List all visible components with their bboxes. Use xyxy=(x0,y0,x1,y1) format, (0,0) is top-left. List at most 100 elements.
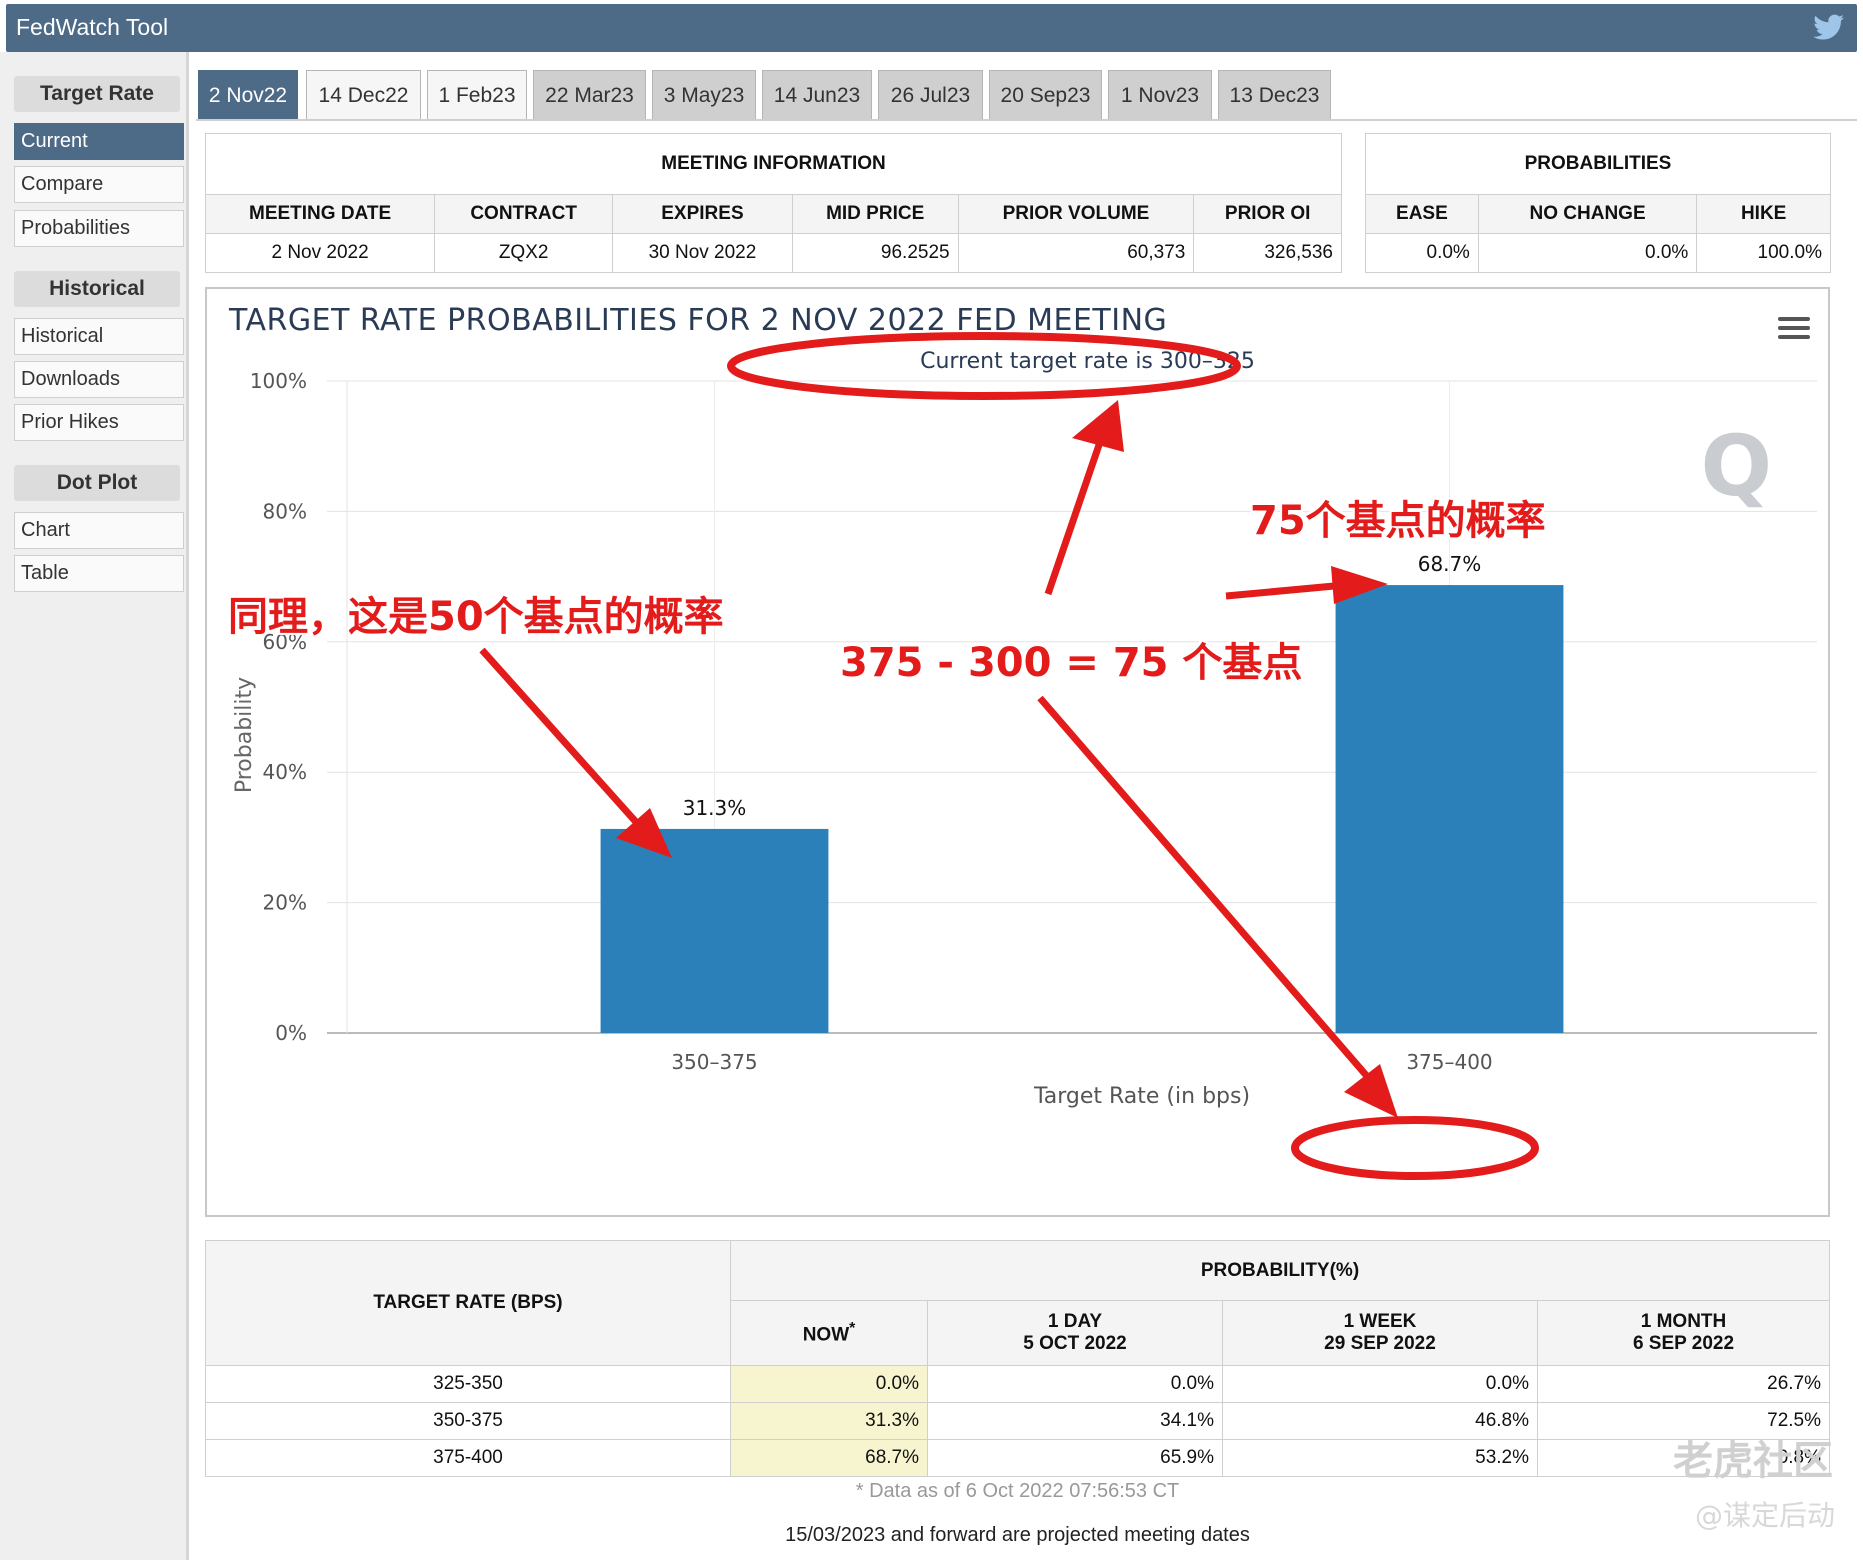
col-prior-oi: PRIOR OI xyxy=(1193,194,1342,234)
col-no-change: NO CHANGE xyxy=(1477,194,1698,234)
annotation-calculation: 375 - 300 = 75 个基点 xyxy=(840,640,1303,686)
data-timestamp-footnote: * Data as of 6 Oct 2022 07:56:53 CT xyxy=(855,1480,1180,1502)
app-title: FedWatch Tool xyxy=(16,14,169,40)
col-hike: HIKE xyxy=(1696,194,1831,234)
table-row: 375-400 68.7% 65.9% 53.2% 0.8% xyxy=(205,1439,1830,1477)
probabilities-title: PROBABILITIES xyxy=(1365,133,1831,195)
col-probability: PROBABILITY(%) xyxy=(730,1239,1830,1302)
expires-value: 30 Nov 2022 xyxy=(612,233,793,273)
row-1day: 0.0% xyxy=(927,1365,1223,1403)
row-rate: 325-350 xyxy=(205,1365,731,1403)
chart-plot: 0%20%40%60%80%100%31.3%350–37568.7%375–4… xyxy=(232,369,1817,1109)
no-change-value: 0.0% xyxy=(1477,233,1698,273)
sidebar-item-probabilities[interactable]: Probabilities xyxy=(14,210,184,247)
app-titlebar: FedWatch Tool xyxy=(6,4,1857,52)
tab-14dec22[interactable]: 14 Dec22 xyxy=(306,70,421,120)
probability-history-table: TARGET RATE (BPS) PROBABILITY(%) NOW* 1 … xyxy=(205,1239,1830,1477)
tab-3may23[interactable]: 3 May23 xyxy=(652,70,756,120)
annotation-50bp-probability: 同理，这是50个基点的概率 xyxy=(228,594,724,640)
col-1month: 1 MONTH 6 SEP 2022 xyxy=(1537,1300,1830,1366)
row-1week: 46.8% xyxy=(1222,1402,1538,1440)
bar xyxy=(600,828,829,1033)
row-1month: 26.7% xyxy=(1537,1365,1830,1403)
row-1day: 34.1% xyxy=(927,1402,1223,1440)
y-tick-label: 80% xyxy=(263,499,307,523)
col-prior-volume: PRIOR VOLUME xyxy=(957,194,1195,234)
meeting-date-value: 2 Nov 2022 xyxy=(204,233,436,273)
prior-oi-value: 326,536 xyxy=(1193,233,1342,273)
col-target-rate: TARGET RATE (BPS) xyxy=(205,1240,731,1366)
probabilities-table: PROBABILITIES EASE NO CHANGE HIKE 0.0% 0… xyxy=(1365,133,1831,273)
meeting-info-title: MEETING INFORMATION xyxy=(205,133,1342,195)
col-now-marker: * xyxy=(849,1320,856,1338)
y-tick-label: 20% xyxy=(263,891,307,915)
site-watermark: 老虎社区 xyxy=(1673,1438,1833,1484)
probability-chart: TARGET RATE PROBABILITIES FOR 2 NOV 2022… xyxy=(205,287,1830,1217)
y-tick-label: 100% xyxy=(250,369,307,393)
prior-volume-value: 60,373 xyxy=(957,233,1195,273)
sidebar-item-downloads[interactable]: Downloads xyxy=(14,361,184,398)
author-watermark: @谋定后动 xyxy=(1694,1499,1835,1532)
row-1day: 65.9% xyxy=(927,1439,1223,1477)
sidebar-item-current[interactable]: Current xyxy=(14,123,184,160)
sidebar-item-chart[interactable]: Chart xyxy=(14,512,184,549)
sidebar-header-historical: Historical xyxy=(14,271,180,307)
twitter-icon[interactable] xyxy=(1813,14,1845,42)
sidebar-header-dot-plot: Dot Plot xyxy=(14,465,180,501)
tab-13dec23[interactable]: 13 Dec23 xyxy=(1218,70,1331,120)
col-1week-label: 1 WEEK xyxy=(1343,1311,1417,1333)
y-tick-label: 40% xyxy=(263,760,307,784)
sidebar-item-compare[interactable]: Compare xyxy=(14,166,184,203)
col-now: NOW* xyxy=(730,1300,928,1366)
projected-dates-note: 15/03/2023 and forward are projected mee… xyxy=(785,1524,1250,1546)
x-tick-label: 375–400 xyxy=(1406,1050,1492,1074)
row-now: 68.7% xyxy=(730,1439,928,1477)
bar-data-label: 31.3% xyxy=(683,796,747,820)
tab-20sep23[interactable]: 20 Sep23 xyxy=(989,70,1102,120)
meeting-info-table: MEETING INFORMATION MEETING DATE CONTRAC… xyxy=(204,133,1342,273)
col-contract: CONTRACT xyxy=(434,194,614,234)
row-now: 0.0% xyxy=(730,1365,928,1403)
col-1day: 1 DAY 5 OCT 2022 xyxy=(927,1300,1223,1366)
col-now-label: NOW xyxy=(802,1324,850,1346)
x-axis-label: Target Rate (in bps) xyxy=(1033,1084,1250,1109)
table-row: 350-375 31.3% 34.1% 46.8% 72.5% xyxy=(205,1402,1830,1440)
tab-2nov22[interactable]: 2 Nov22 xyxy=(198,70,298,120)
row-1week: 0.0% xyxy=(1222,1365,1538,1403)
tab-26jul23[interactable]: 26 Jul23 xyxy=(878,70,983,120)
sidebar-item-historical[interactable]: Historical xyxy=(14,318,184,355)
sidebar-header-target-rate: Target Rate xyxy=(14,76,180,112)
ease-value: 0.0% xyxy=(1365,233,1479,273)
row-1week: 53.2% xyxy=(1222,1439,1538,1477)
tabs-baseline xyxy=(196,119,1857,121)
annotation-75bp-probability: 75个基点的概率 xyxy=(1250,498,1546,544)
sidebar-item-prior-hikes[interactable]: Prior Hikes xyxy=(14,404,184,441)
tab-22mar23[interactable]: 22 Mar23 xyxy=(533,70,646,120)
col-expires: EXPIRES xyxy=(612,194,793,234)
sidebar-item-table[interactable]: Table xyxy=(14,555,184,592)
col-1day-date: 5 OCT 2022 xyxy=(1023,1333,1127,1355)
row-now: 31.3% xyxy=(730,1402,928,1440)
col-1month-label: 1 MONTH xyxy=(1640,1311,1727,1333)
tab-14jun23[interactable]: 14 Jun23 xyxy=(762,70,872,120)
sidebar-divider xyxy=(186,52,189,1560)
row-rate: 375-400 xyxy=(205,1439,731,1477)
tab-1feb23[interactable]: 1 Feb23 xyxy=(427,70,527,120)
col-1month-date: 6 SEP 2022 xyxy=(1632,1333,1735,1355)
row-rate: 350-375 xyxy=(205,1402,731,1440)
x-tick-label: 350–375 xyxy=(671,1050,757,1074)
col-1week: 1 WEEK 29 SEP 2022 xyxy=(1222,1300,1538,1366)
tab-1nov23[interactable]: 1 Nov23 xyxy=(1108,70,1212,120)
y-tick-label: 0% xyxy=(275,1021,307,1045)
contract-value: ZQX2 xyxy=(434,233,614,273)
mid-price-value: 96.2525 xyxy=(791,233,959,273)
table-row: 325-350 0.0% 0.0% 0.0% 26.7% xyxy=(205,1365,1830,1403)
col-1day-label: 1 DAY xyxy=(1047,1311,1103,1333)
col-1week-date: 29 SEP 2022 xyxy=(1324,1333,1436,1355)
bar-data-label: 68.7% xyxy=(1418,552,1482,576)
col-mid-price: MID PRICE xyxy=(791,194,959,234)
bar xyxy=(1335,585,1564,1033)
col-ease: EASE xyxy=(1365,194,1479,234)
hike-value: 100.0% xyxy=(1696,233,1831,273)
y-axis-label: Probability xyxy=(232,677,257,793)
